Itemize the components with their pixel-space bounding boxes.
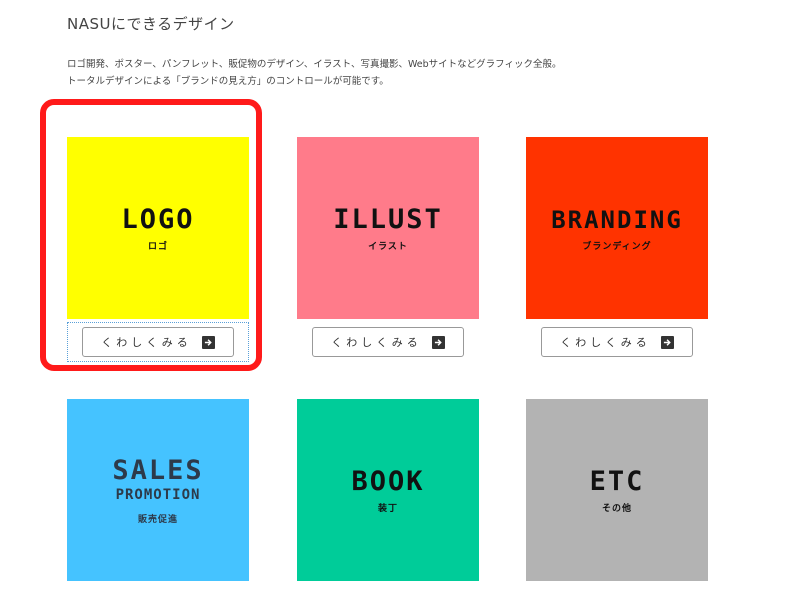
section-heading: NASUにできるデザイン	[67, 15, 235, 33]
tile-etc[interactable]: ETC その他	[526, 399, 708, 581]
tile-book[interactable]: BOOK 装丁	[297, 399, 479, 581]
tile-branding-title: BRANDING	[551, 205, 683, 234]
details-button-branding[interactable]: くわしくみる	[541, 327, 693, 357]
design-services-page: NASUにできるデザイン ロゴ開発、ポスター、パンフレット、販促物のデザイン、イ…	[0, 0, 800, 600]
description-line-2: トータルデザインによる「ブランドの見え方」のコントロールが可能です。	[67, 76, 389, 87]
card-branding: BRANDING ブランディング くわしくみる	[526, 137, 708, 362]
details-button-logo[interactable]: くわしくみる	[82, 327, 234, 357]
details-button-label: くわしくみる	[560, 336, 651, 349]
arrow-right-icon	[431, 335, 445, 349]
arrow-right-icon	[660, 335, 674, 349]
card-sales-promotion: SALES PROMOTION 販売促進	[67, 399, 249, 581]
details-button-logo-focus: くわしくみる	[67, 322, 249, 362]
tile-illust[interactable]: ILLUST イラスト	[297, 137, 479, 319]
tile-logo[interactable]: LOGO ロゴ	[67, 137, 249, 319]
tile-branding-subtitle: ブランディング	[582, 241, 652, 252]
tile-branding[interactable]: BRANDING ブランディング	[526, 137, 708, 319]
card-illust: ILLUST イラスト くわしくみる	[297, 137, 479, 362]
card-etc: ETC その他	[526, 399, 708, 581]
details-button-branding-wrap: くわしくみる	[526, 322, 708, 362]
tile-promotion-title: PROMOTION	[115, 486, 201, 503]
tile-sales-title: SALES	[112, 454, 204, 486]
tile-sales-promotion[interactable]: SALES PROMOTION 販売促進	[67, 399, 249, 581]
tile-book-subtitle: 装丁	[377, 503, 398, 514]
card-logo: LOGO ロゴ くわしくみる	[67, 137, 249, 362]
details-button-illust[interactable]: くわしくみる	[312, 327, 464, 357]
tile-illust-title: ILLUST	[333, 203, 443, 235]
description-line-1: ロゴ開発、ポスター、パンフレット、販促物のデザイン、イラスト、写真撮影、Webサ…	[67, 59, 562, 70]
tile-logo-title: LOGO	[121, 203, 195, 235]
tile-book-title: BOOK	[351, 465, 425, 497]
details-button-label: くわしくみる	[331, 336, 422, 349]
card-book: BOOK 装丁	[297, 399, 479, 581]
tile-etc-title: ETC	[589, 465, 645, 497]
tile-logo-subtitle: ロゴ	[147, 241, 168, 252]
details-button-label: くわしくみる	[101, 336, 192, 349]
tile-etc-subtitle: その他	[601, 503, 632, 514]
details-button-illust-wrap: くわしくみる	[297, 322, 479, 362]
tile-sales-subtitle: 販売促進	[137, 514, 178, 525]
section-description: ロゴ開発、ポスター、パンフレット、販促物のデザイン、イラスト、写真撮影、Webサ…	[67, 56, 561, 90]
tile-illust-subtitle: イラスト	[368, 241, 408, 252]
arrow-right-icon	[201, 335, 215, 349]
